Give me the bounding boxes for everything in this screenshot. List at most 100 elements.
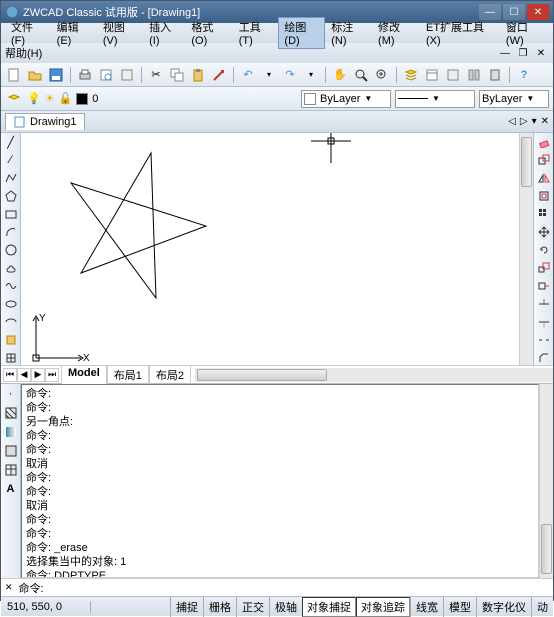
tab-first-icon[interactable]: ⏮ bbox=[3, 368, 17, 382]
status-toggle-极轴[interactable]: 极轴 bbox=[269, 597, 302, 617]
revision-cloud-icon[interactable] bbox=[3, 260, 19, 275]
save-icon[interactable] bbox=[47, 66, 65, 84]
erase-icon[interactable] bbox=[536, 135, 552, 150]
design-center-icon[interactable] bbox=[444, 66, 462, 84]
polyline-icon[interactable] bbox=[3, 171, 19, 186]
calc-icon[interactable] bbox=[486, 66, 504, 84]
menu-view[interactable]: 视图(V) bbox=[97, 17, 143, 49]
print-icon[interactable] bbox=[76, 66, 94, 84]
redo-icon[interactable]: ↷ bbox=[281, 66, 299, 84]
menu-window[interactable]: 窗口(W) bbox=[500, 17, 549, 49]
trim-icon[interactable] bbox=[536, 296, 552, 311]
break-icon[interactable] bbox=[536, 332, 552, 347]
gradient-icon[interactable] bbox=[3, 424, 19, 440]
paste-icon[interactable] bbox=[189, 66, 207, 84]
point-icon[interactable]: · bbox=[3, 386, 19, 402]
arc-icon[interactable] bbox=[3, 225, 19, 240]
mirror-icon[interactable] bbox=[536, 171, 552, 186]
spline-icon[interactable] bbox=[3, 278, 19, 293]
construction-line-icon[interactable]: ∕ bbox=[3, 153, 19, 168]
menu-tools[interactable]: 工具(T) bbox=[233, 17, 279, 49]
status-toggle-线宽[interactable]: 线宽 bbox=[410, 597, 443, 617]
tool-palettes-icon[interactable] bbox=[465, 66, 483, 84]
command-history[interactable]: 命令:命令:另一角点:命令:命令:取消命令:命令:取消命令:命令:命令: _er… bbox=[21, 384, 539, 578]
circle-icon[interactable] bbox=[3, 243, 19, 258]
menu-help[interactable]: 帮助(H) bbox=[5, 45, 42, 61]
zoom-window-icon[interactable] bbox=[373, 66, 391, 84]
tab-dropdown-icon[interactable]: ▾ bbox=[532, 116, 537, 127]
tab-next-icon[interactable]: ▶ bbox=[31, 368, 45, 382]
child-close-button[interactable]: ✕ bbox=[533, 46, 549, 60]
layer-color-swatch[interactable] bbox=[76, 93, 88, 105]
ellipse-arc-icon[interactable] bbox=[3, 314, 19, 329]
stretch-icon[interactable] bbox=[536, 278, 552, 293]
copy-object-icon[interactable] bbox=[536, 153, 552, 168]
coordinates-display[interactable]: 510, 550, 0 bbox=[1, 601, 91, 613]
publish-icon[interactable] bbox=[118, 66, 136, 84]
status-toggle-对象追踪[interactable]: 对象追踪 bbox=[356, 597, 410, 617]
pan-icon[interactable]: ✋ bbox=[331, 66, 349, 84]
undo-icon[interactable]: ↶ bbox=[239, 66, 257, 84]
status-toggle-捕捉[interactable]: 捕捉 bbox=[170, 597, 203, 617]
layer-manager-icon[interactable] bbox=[402, 66, 420, 84]
redo-dropdown-icon[interactable]: ▾ bbox=[302, 66, 320, 84]
menu-et-tools[interactable]: ET扩展工具(X) bbox=[420, 17, 500, 49]
model-tab[interactable]: Model bbox=[61, 365, 107, 385]
tab-last-icon[interactable]: ⏭ bbox=[45, 368, 59, 382]
menu-draw[interactable]: 绘图(D) bbox=[278, 17, 325, 49]
zoom-realtime-icon[interactable] bbox=[352, 66, 370, 84]
move-icon[interactable] bbox=[536, 225, 552, 240]
lineweight-dropdown[interactable]: ByLayer ▼ bbox=[479, 90, 549, 108]
help-icon[interactable]: ? bbox=[515, 66, 533, 84]
status-toggle-模型[interactable]: 模型 bbox=[443, 597, 476, 617]
array-icon[interactable] bbox=[536, 207, 552, 222]
table-icon[interactable] bbox=[3, 462, 19, 478]
properties-icon[interactable] bbox=[423, 66, 441, 84]
layer-icon[interactable] bbox=[5, 90, 23, 108]
chamfer-icon[interactable] bbox=[536, 350, 552, 365]
extend-icon[interactable] bbox=[536, 314, 552, 329]
command-scrollbar[interactable] bbox=[539, 384, 553, 578]
offset-icon[interactable] bbox=[536, 189, 552, 204]
status-toggle-对象捕捉[interactable]: 对象捕捉 bbox=[302, 597, 356, 617]
region-icon[interactable] bbox=[3, 443, 19, 459]
layout1-tab[interactable]: 布局1 bbox=[107, 365, 149, 385]
layout2-tab[interactable]: 布局2 bbox=[149, 365, 191, 385]
print-preview-icon[interactable] bbox=[97, 66, 115, 84]
status-toggle-正交[interactable]: 正交 bbox=[236, 597, 269, 617]
horizontal-scrollbar[interactable] bbox=[195, 368, 553, 382]
cut-icon[interactable]: ✂ bbox=[147, 66, 165, 84]
menu-dimension[interactable]: 标注(N) bbox=[325, 17, 372, 49]
make-block-icon[interactable] bbox=[3, 350, 19, 365]
tab-prev-icon[interactable]: ◀ bbox=[17, 368, 31, 382]
tab-close-icon[interactable]: ✕ bbox=[541, 116, 549, 127]
command-input[interactable] bbox=[48, 582, 549, 594]
menu-insert[interactable]: 插入(I) bbox=[143, 17, 185, 49]
command-close-icon[interactable]: ✕ bbox=[5, 582, 13, 593]
vertical-scrollbar[interactable] bbox=[519, 133, 533, 365]
status-toggle-动[interactable]: 动 bbox=[531, 597, 553, 617]
menu-modify[interactable]: 修改(M) bbox=[372, 17, 420, 49]
hatch-icon[interactable] bbox=[3, 405, 19, 421]
polygon-icon[interactable] bbox=[3, 189, 19, 204]
line-icon[interactable]: ╱ bbox=[3, 135, 19, 150]
drawing-canvas[interactable]: Y X bbox=[21, 133, 519, 365]
undo-dropdown-icon[interactable]: ▾ bbox=[260, 66, 278, 84]
bulb-icon[interactable]: 💡 bbox=[27, 92, 41, 105]
rotate-icon[interactable] bbox=[536, 243, 552, 258]
copy-icon[interactable] bbox=[168, 66, 186, 84]
tab-prev-icon[interactable]: ◁ bbox=[508, 116, 516, 127]
child-minimize-button[interactable]: — bbox=[497, 46, 513, 60]
doc-tab-drawing1[interactable]: Drawing1 bbox=[5, 113, 85, 130]
tab-next-icon[interactable]: ▷ bbox=[520, 116, 528, 127]
status-toggle-栅格[interactable]: 栅格 bbox=[203, 597, 236, 617]
open-icon[interactable] bbox=[26, 66, 44, 84]
lock-icon[interactable]: 🔓 bbox=[59, 92, 73, 105]
rectangle-icon[interactable] bbox=[3, 207, 19, 222]
scale-icon[interactable] bbox=[536, 260, 552, 275]
ellipse-icon[interactable] bbox=[3, 296, 19, 311]
color-dropdown[interactable]: ByLayer ▼ bbox=[301, 90, 391, 108]
mtext-icon[interactable]: A bbox=[3, 481, 19, 497]
status-toggle-数字化仪[interactable]: 数字化仪 bbox=[476, 597, 531, 617]
linetype-dropdown[interactable]: ▼ bbox=[395, 90, 475, 108]
